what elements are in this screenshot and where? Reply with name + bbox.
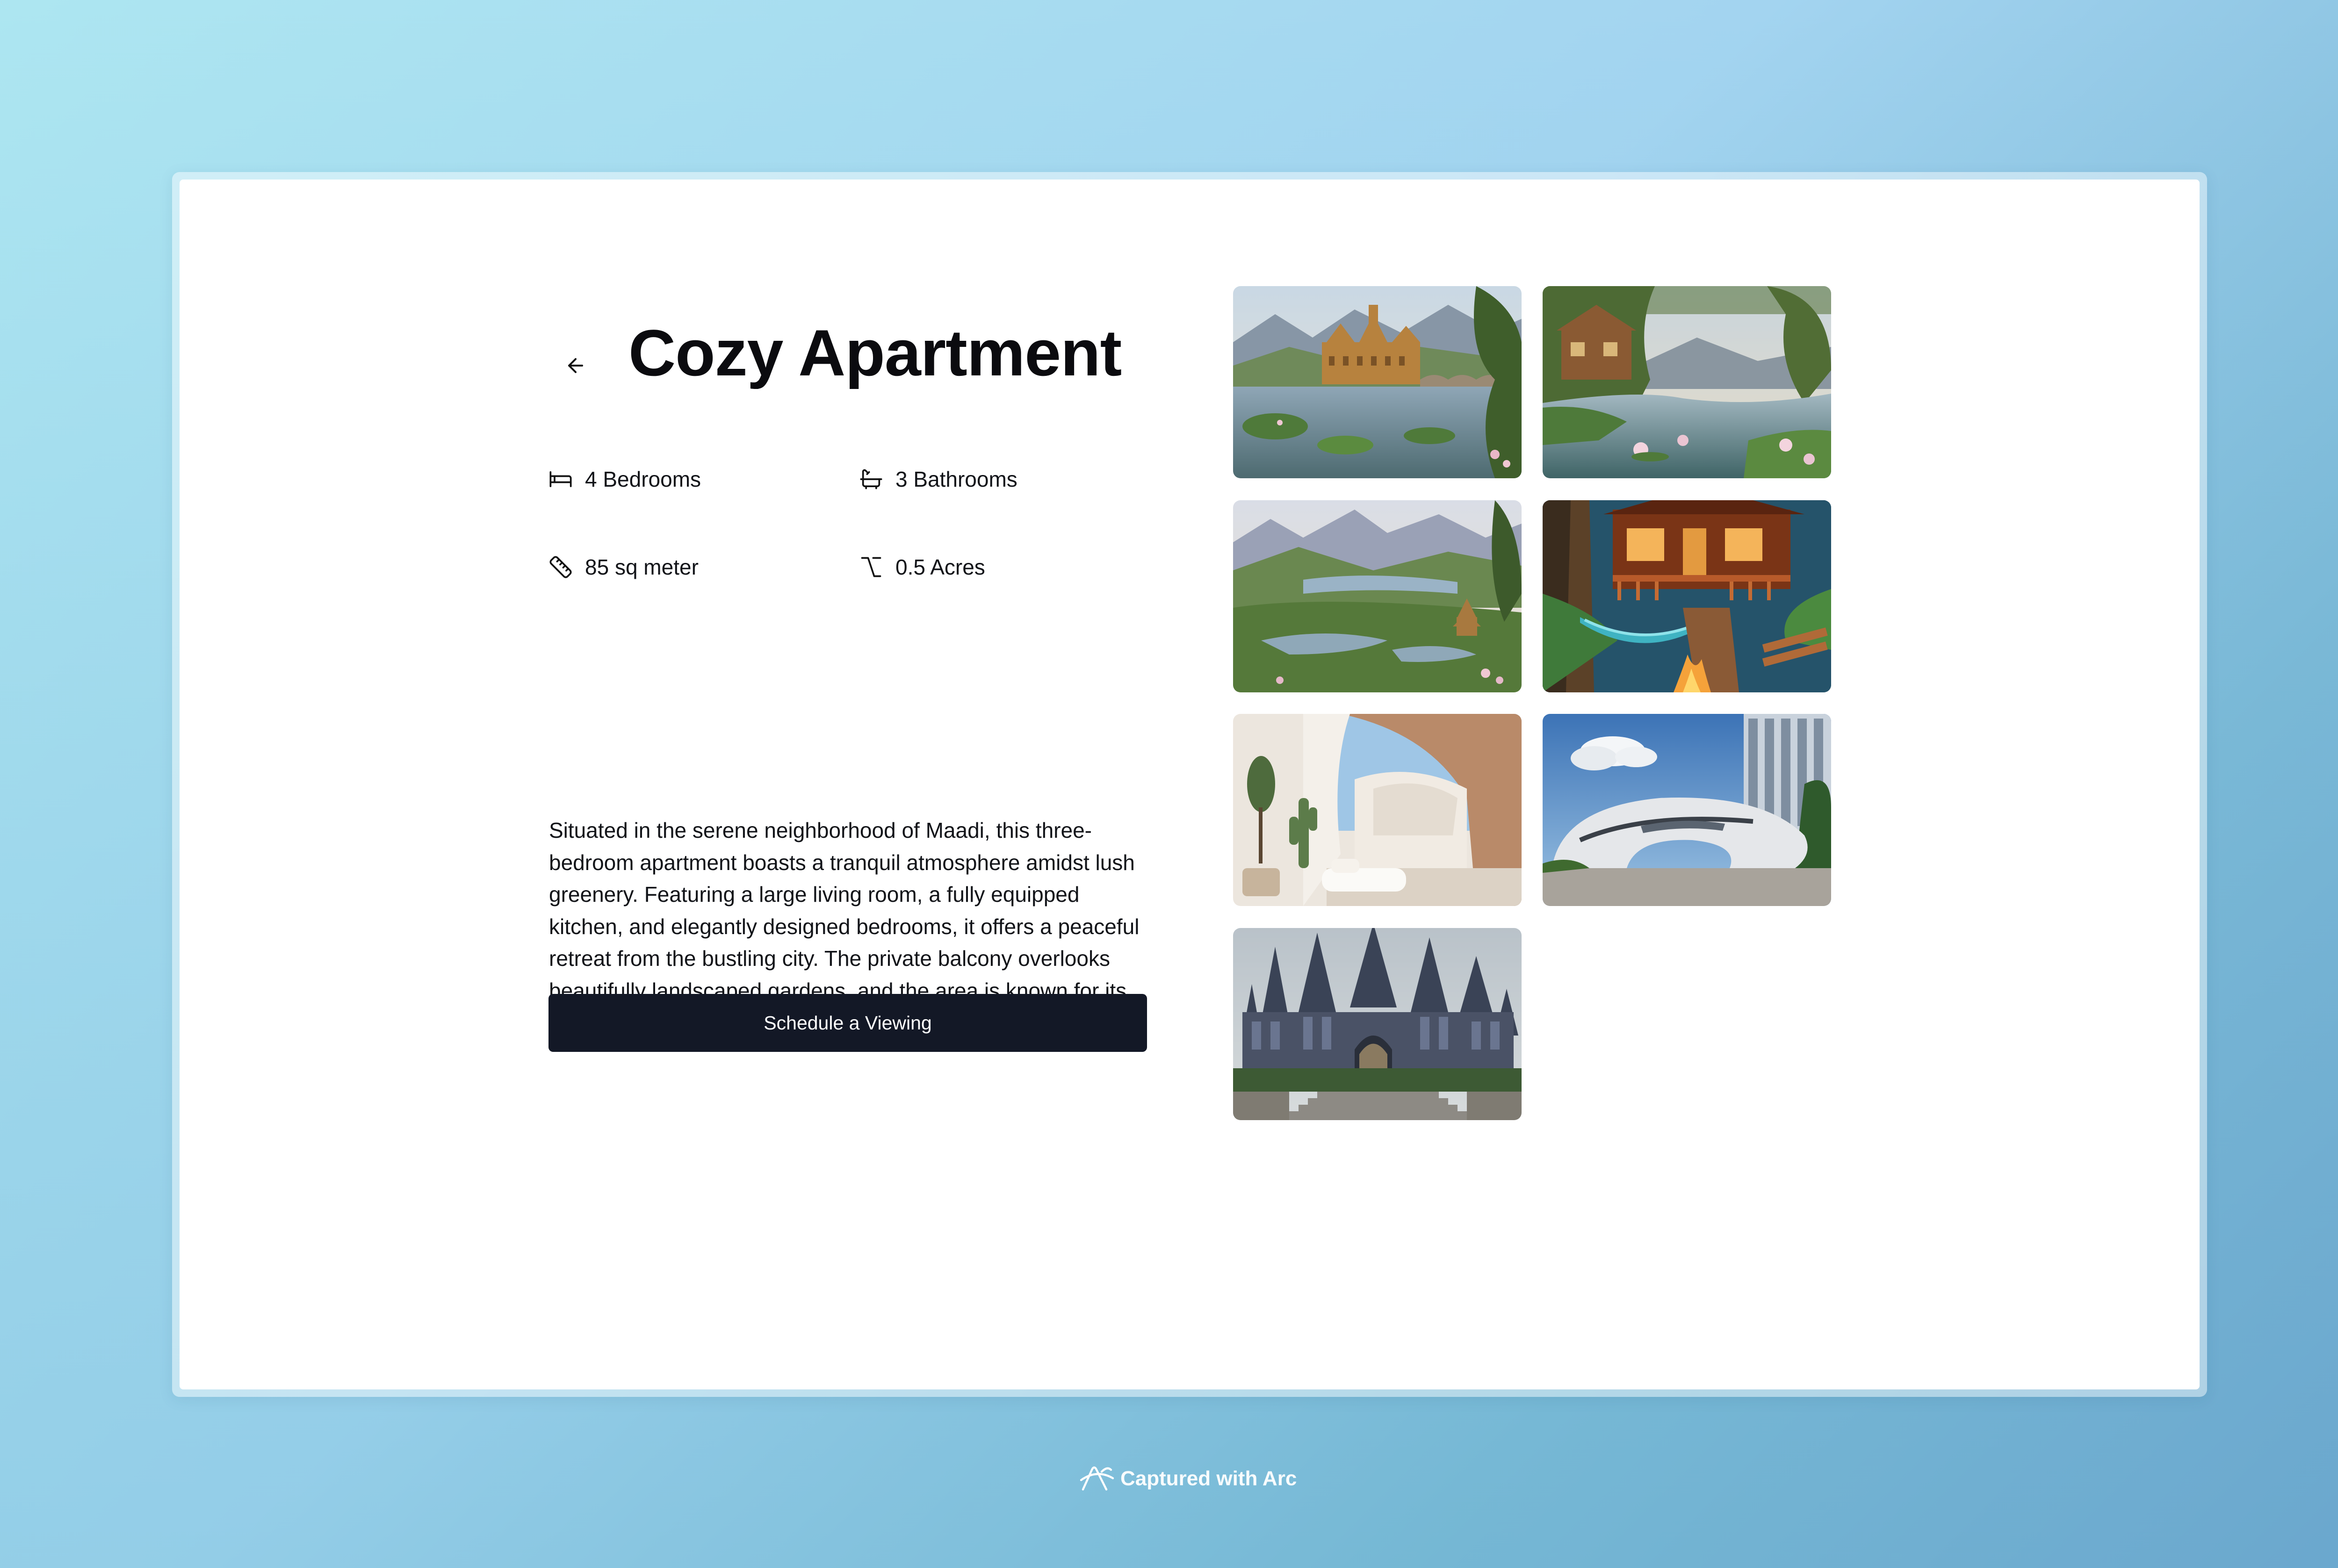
- ruler-icon: [548, 555, 573, 579]
- bathtub-icon: [859, 467, 883, 491]
- option-key-icon: [859, 555, 883, 579]
- feature-label: 4 Bedrooms: [585, 467, 701, 491]
- arrow-left-icon: [568, 358, 583, 373]
- listing-page: Cozy Apartment 4 Bedrooms 3 Bathrooms 85…: [180, 180, 2200, 1389]
- gallery-image-riverside-cabins[interactable]: [1543, 286, 1831, 478]
- page-title: Cozy Apartment: [628, 316, 1122, 389]
- captured-with-arc-watermark: Captured with Arc: [1079, 1463, 1297, 1494]
- feature-label: 0.5 Acres: [895, 555, 985, 579]
- gallery-image-palace-by-lake[interactable]: [1233, 286, 1522, 478]
- gallery-image-gothic-castle[interactable]: [1233, 928, 1522, 1120]
- gallery-image-futuristic-building[interactable]: [1543, 714, 1831, 906]
- schedule-viewing-button[interactable]: Schedule a Viewing: [548, 994, 1147, 1052]
- feature-bathrooms: 3 Bathrooms: [859, 467, 1017, 492]
- back-button[interactable]: [552, 342, 599, 389]
- gallery-image-cabin-porch-hammock[interactable]: [1543, 500, 1831, 692]
- feature-bedrooms: 4 Bedrooms: [548, 467, 701, 492]
- gallery-image-mountain-lake-valley[interactable]: [1233, 500, 1522, 692]
- feature-label: 85 sq meter: [585, 555, 699, 579]
- watermark-label: Captured with Arc: [1120, 1467, 1297, 1490]
- feature-area: 85 sq meter: [548, 554, 699, 580]
- arc-logo-icon: [1079, 1463, 1117, 1494]
- browser-frame: Cozy Apartment 4 Bedrooms 3 Bathrooms 85…: [172, 172, 2207, 1397]
- gallery-image-arched-stone-interior[interactable]: [1233, 714, 1522, 906]
- feature-label: 3 Bathrooms: [895, 467, 1017, 491]
- feature-land: 0.5 Acres: [859, 554, 985, 580]
- bed-icon: [548, 467, 573, 491]
